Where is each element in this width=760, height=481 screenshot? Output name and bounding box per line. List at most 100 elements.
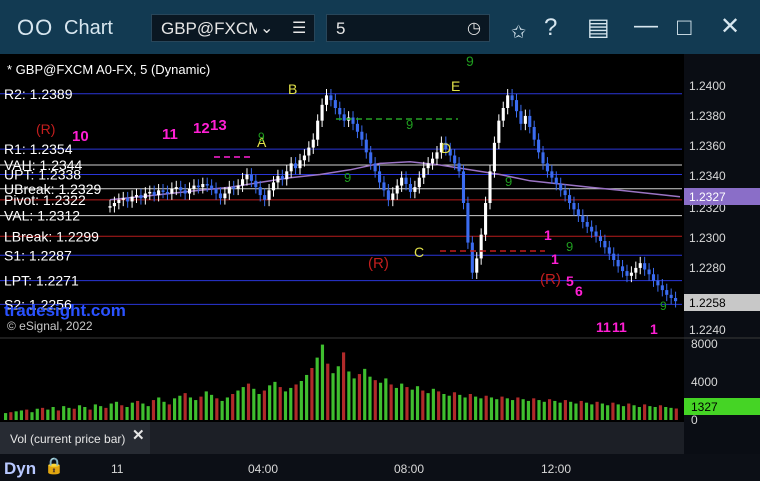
volume-bar-74: [394, 387, 398, 420]
volume-bar-90: [479, 398, 483, 420]
chart-window-icon: OO: [17, 15, 54, 40]
candle-body-121: [643, 263, 647, 270]
candle-body-34: [258, 187, 262, 196]
candle-body-116: [621, 266, 625, 272]
candle-body-18: [187, 188, 192, 194]
volume-tick-1: 8000: [691, 337, 718, 351]
volume-bar-53: [283, 391, 288, 420]
interval-input[interactable]: 5 ◷: [326, 14, 490, 42]
level-label-6: VAL: 1.2312: [4, 208, 80, 224]
candle-body-86: [488, 171, 492, 203]
candle-body-128: [674, 298, 678, 302]
volume-bar-65: [347, 371, 351, 420]
last-price-text: 1.2327: [689, 190, 726, 204]
wave-label-d: D: [441, 140, 451, 156]
candle-body-99: [545, 163, 549, 172]
volume-bar-40: [215, 398, 219, 420]
volume-bar-98: [521, 399, 525, 420]
watermark: tradesight.com: [4, 301, 126, 320]
volume-bar-86: [458, 394, 462, 420]
candle-body-48: [320, 104, 324, 121]
volume-bar-57: [305, 374, 309, 420]
pen-icon[interactable]: ✩: [511, 20, 526, 44]
volume-bar-33: [178, 395, 182, 420]
candle-body-23: [210, 185, 214, 189]
candle-body-38: [276, 176, 280, 183]
time-tick-4: 12:00: [541, 462, 571, 476]
volume-bar-102: [542, 401, 546, 420]
volume-bar-3: [19, 410, 24, 420]
candle-body-94: [523, 115, 527, 124]
symbol-input[interactable]: GBP@FXCM ⌄ ☰: [151, 14, 315, 42]
reversal-mark-3: (R): [540, 271, 561, 288]
candle-body-20: [196, 185, 200, 188]
volume-bar-36: [194, 400, 198, 420]
candle-body-90: [506, 95, 510, 108]
volume-bar-84: [447, 395, 451, 420]
candle-body-103: [563, 190, 567, 196]
interval-clock-icon[interactable]: ◷: [467, 15, 481, 43]
volume-bar-35: [188, 397, 193, 420]
volume-bar-126: [669, 407, 673, 420]
volume-bar-99: [526, 400, 531, 420]
volume-bar-59: [315, 357, 319, 420]
maximize-icon[interactable]: □: [677, 16, 692, 40]
candle-body-73: [431, 158, 435, 164]
volume-bar-20: [109, 403, 113, 420]
lock-icon[interactable]: 🔒: [44, 456, 64, 476]
candle-body-95: [528, 115, 532, 127]
count-6: 6: [575, 283, 583, 299]
volume-bar-83: [442, 394, 446, 420]
volume-bar-68: [363, 368, 367, 420]
volume-bar-25: [136, 400, 140, 420]
candle-body-51: [333, 100, 337, 108]
candle-body-1: [112, 203, 116, 207]
candle-body-32: [249, 174, 253, 181]
dyn-label[interactable]: Dyn: [4, 459, 36, 479]
help-icon[interactable]: ?: [544, 16, 557, 40]
candle-body-13: [165, 191, 169, 194]
layout-icon[interactable]: ▤: [587, 16, 610, 40]
volume-bar-112: [595, 401, 599, 420]
volume-tick-2: 4000: [691, 375, 718, 389]
volume-bar-2: [14, 411, 18, 420]
close-study-icon[interactable]: ✕: [132, 427, 145, 444]
volume-bar-101: [537, 400, 541, 420]
count-5: 5: [566, 273, 574, 289]
candle-body-46: [311, 139, 315, 148]
close-icon[interactable]: ✕: [720, 15, 740, 39]
volume-bar-91: [484, 395, 488, 420]
wave-label-c: C: [414, 244, 424, 260]
volume-bar-27: [146, 406, 150, 420]
volume-bar-15: [83, 407, 87, 420]
volume-bar-32: [173, 398, 177, 420]
candle-body-15: [174, 187, 178, 189]
volume-bar-66: [352, 378, 356, 420]
volume-bar-34: [183, 393, 187, 420]
count-12: 12: [193, 120, 210, 137]
candle-body-102: [559, 184, 563, 191]
candle-body-127: [669, 294, 673, 298]
candle-body-118: [629, 272, 633, 276]
volume-bar-56: [299, 381, 303, 420]
chart-panel[interactable]: R2: 1.2389R1: 1.2354VAH: 1.2344UPT: 1.23…: [0, 54, 760, 481]
volume-bar-9: [51, 407, 55, 420]
volume-bar-19: [104, 407, 108, 420]
volume-bar-71: [378, 382, 383, 420]
volume-bar-48: [257, 394, 261, 420]
symbol-menu-icon[interactable]: ☰: [292, 15, 306, 43]
volume-bar-108: [574, 403, 578, 420]
symbol-dropdown-icon[interactable]: ⌄: [260, 15, 273, 43]
candle-body-29: [236, 185, 240, 189]
volume-bar-22: [120, 405, 124, 420]
volume-bar-49: [262, 390, 266, 420]
candle-body-89: [501, 108, 505, 121]
minimize-icon[interactable]: —: [634, 14, 658, 38]
candle-body-84: [479, 234, 483, 259]
volume-bar-94: [500, 396, 504, 420]
volume-bar-123: [653, 407, 657, 420]
candle-body-83: [475, 258, 479, 273]
setup-9-e: 9: [258, 130, 265, 144]
level-label-1: R1: 1.2354: [4, 141, 73, 157]
volume-bar-120: [637, 407, 641, 420]
